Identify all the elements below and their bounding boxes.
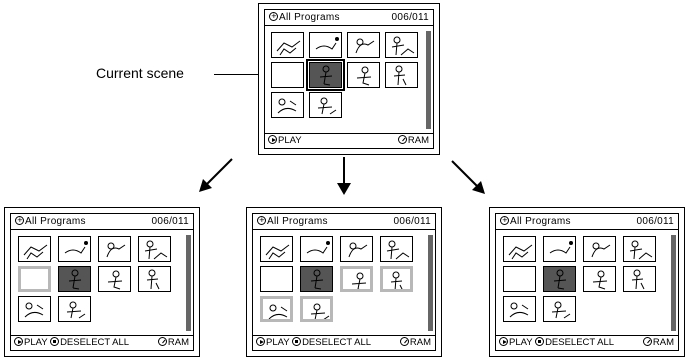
scene-thumbnail[interactable] (260, 236, 293, 262)
header-bar: All Programs 006/011 (265, 10, 433, 26)
scene-thumbnail[interactable] (623, 236, 656, 262)
scene-thumbnail[interactable] (543, 236, 576, 262)
screen-title: All Programs (279, 12, 340, 23)
scene-thumbnail[interactable] (138, 266, 171, 292)
scene-counter: 006/011 (393, 216, 431, 227)
scene-thumbnail[interactable] (271, 62, 304, 88)
ram-disc-icon (397, 135, 407, 144)
play-icon (14, 337, 23, 346)
stop-icon (535, 337, 545, 346)
scene-thumbnail[interactable] (18, 236, 51, 262)
scene-thumbnail[interactable] (260, 266, 293, 292)
current-scene-cursor (306, 59, 345, 91)
arrow-down-right-icon (451, 160, 485, 194)
joystick-icon (257, 214, 266, 226)
scene-thumbnail[interactable] (300, 296, 333, 322)
scene-thumbnail[interactable] (58, 236, 91, 262)
footer-bar: PLAY DESELECT ALL RAM (253, 335, 435, 350)
deselect-all-label[interactable]: DESELECT ALL (302, 337, 371, 348)
footer-bar: PLAY RAM (265, 133, 433, 148)
scene-thumbnail[interactable] (623, 266, 656, 292)
stop-icon (292, 337, 302, 346)
screen-title: All Programs (510, 216, 571, 227)
scroll-bar[interactable] (186, 235, 191, 331)
scene-counter: 006/011 (636, 216, 674, 227)
play-label[interactable]: PLAY (509, 337, 532, 348)
footer-bar: PLAY DESELECT ALL RAM (11, 335, 193, 350)
scene-thumbnail[interactable] (138, 236, 171, 262)
screen-title: All Programs (267, 216, 328, 227)
joystick-icon (269, 10, 278, 22)
scene-thumbnail[interactable] (98, 266, 131, 292)
scene-thumbnail[interactable] (385, 62, 418, 88)
scene-thumbnail[interactable] (271, 32, 304, 58)
scene-thumbnail[interactable] (503, 296, 536, 322)
scene-thumbnail[interactable] (503, 236, 536, 262)
scene-thumbnail[interactable] (347, 62, 380, 88)
joystick-icon (500, 214, 509, 226)
scene-thumbnail[interactable] (543, 296, 576, 322)
arrow-down-left-icon (199, 158, 233, 192)
scene-thumbnail[interactable] (543, 266, 576, 292)
scene-thumbnail[interactable] (18, 296, 51, 322)
header-bar: All Programs 006/011 (253, 214, 435, 230)
arrow-down-icon (337, 157, 351, 195)
stop-icon (50, 337, 60, 346)
scene-thumbnail[interactable] (58, 296, 91, 322)
scroll-bar[interactable] (426, 31, 431, 129)
scene-thumbnail[interactable] (340, 266, 373, 292)
ram-disc-icon (642, 337, 652, 346)
top-screen: All Programs 006/011 PLAY RAM (258, 3, 440, 155)
scene-thumbnail[interactable] (340, 236, 373, 262)
play-label[interactable]: PLAY (278, 135, 302, 146)
scene-thumbnail[interactable] (583, 236, 616, 262)
left-screen: All Programs 006/011 PLAY DESELECT ALL R… (4, 207, 200, 357)
scene-thumbnail[interactable] (260, 296, 293, 322)
ram-label: RAM (167, 337, 189, 348)
play-label[interactable]: PLAY (266, 337, 289, 348)
scene-thumbnail[interactable] (380, 266, 413, 292)
scene-thumbnail[interactable] (300, 236, 333, 262)
scene-thumbnail[interactable] (18, 266, 51, 292)
play-icon (499, 337, 508, 346)
scene-thumbnail[interactable] (309, 92, 342, 118)
play-icon (268, 135, 277, 144)
middle-screen-lcd: All Programs 006/011 PLAY DESELECT ALL R… (252, 213, 436, 351)
ram-label: RAM (652, 337, 674, 348)
middle-screen: All Programs 006/011 PLAY DESELECT ALL R… (246, 207, 442, 357)
scroll-bar[interactable] (428, 235, 433, 331)
footer-bar: PLAY DESELECT ALL RAM (496, 335, 678, 350)
left-screen-lcd: All Programs 006/011 PLAY DESELECT ALL R… (10, 213, 194, 351)
play-label[interactable]: PLAY (24, 337, 47, 348)
scene-counter: 006/011 (151, 216, 189, 227)
right-screen: All Programs 006/011 PLAY DESELECT ALL R… (489, 207, 685, 357)
joystick-icon (15, 214, 24, 226)
scene-thumbnail[interactable] (380, 236, 413, 262)
play-icon (256, 337, 265, 346)
scene-thumbnail[interactable] (347, 32, 380, 58)
scene-thumbnail[interactable] (309, 32, 342, 58)
current-scene-label: Current scene (96, 65, 184, 81)
scene-thumbnail[interactable] (503, 266, 536, 292)
header-bar: All Programs 006/011 (11, 214, 193, 230)
ram-disc-icon (399, 337, 409, 346)
deselect-all-label[interactable]: DESELECT ALL (545, 337, 614, 348)
scene-thumbnail[interactable] (583, 266, 616, 292)
scroll-bar[interactable] (671, 235, 676, 331)
top-screen-lcd: All Programs 006/011 PLAY RAM (264, 9, 434, 149)
ram-label: RAM (407, 135, 429, 146)
ram-label: RAM (409, 337, 431, 348)
scene-counter: 006/011 (391, 12, 429, 23)
deselect-all-label[interactable]: DESELECT ALL (60, 337, 129, 348)
header-bar: All Programs 006/011 (496, 214, 678, 230)
scene-thumbnail[interactable] (271, 92, 304, 118)
scene-thumbnail[interactable] (300, 266, 333, 292)
scene-thumbnail[interactable] (98, 236, 131, 262)
scene-thumbnail[interactable] (385, 32, 418, 58)
right-screen-lcd: All Programs 006/011 PLAY DESELECT ALL R… (495, 213, 679, 351)
scene-thumbnail[interactable] (58, 266, 91, 292)
screen-title: All Programs (25, 216, 86, 227)
ram-disc-icon (157, 337, 167, 346)
